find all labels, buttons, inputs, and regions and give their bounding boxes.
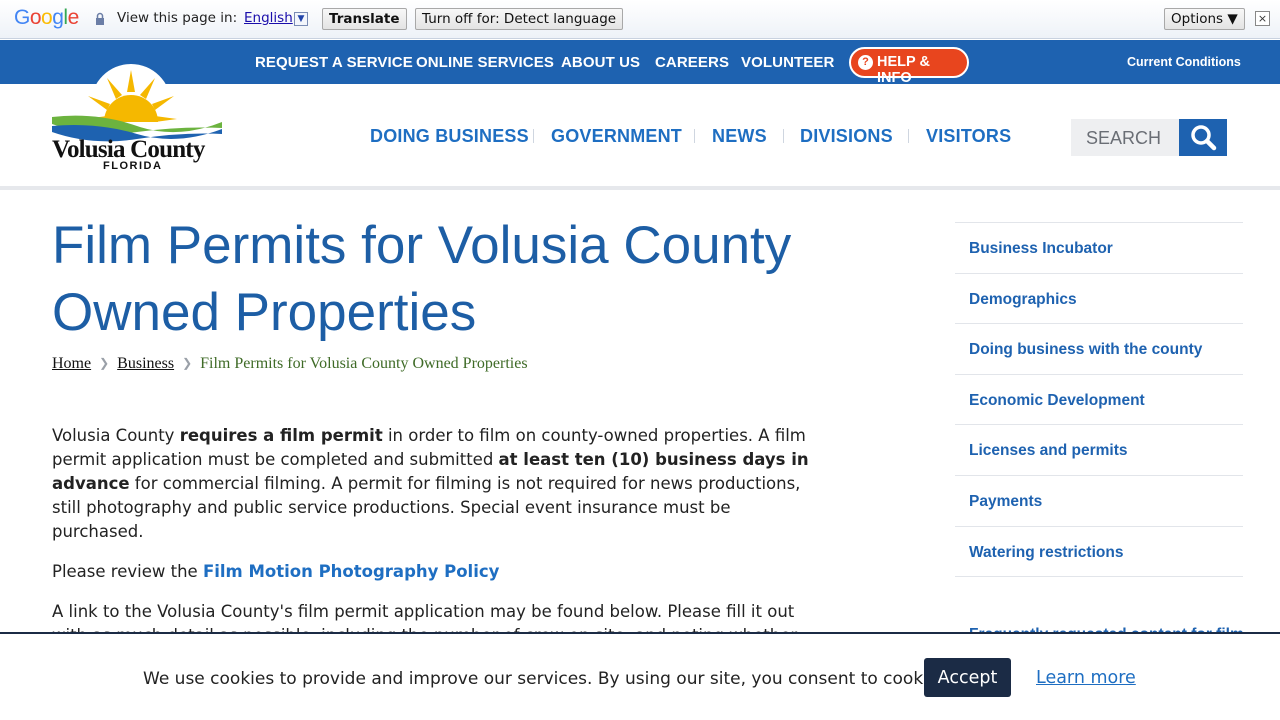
learn-more-link[interactable]: Learn more	[1036, 668, 1136, 688]
policy-paragraph: Please review the Film Motion Photograph…	[52, 560, 827, 584]
language-dropdown-icon[interactable]: ▼	[294, 12, 308, 26]
nav-divisions[interactable]: DIVISIONS	[800, 126, 893, 147]
nav-divider	[783, 129, 784, 143]
language-select[interactable]: English	[244, 10, 293, 26]
nav-request-service[interactable]: REQUEST A SERVICE	[255, 54, 413, 71]
turn-off-translate-button[interactable]: Turn off for: Detect language	[415, 8, 624, 30]
search-placeholder: SEARCH	[1086, 128, 1162, 148]
nav-visitors[interactable]: VISITORS	[926, 126, 1011, 147]
help-info-label: HELP & INFO	[877, 54, 930, 86]
close-icon[interactable]: ×	[1255, 11, 1270, 26]
breadcrumb-business[interactable]: Business	[117, 355, 174, 372]
sidebar-menu: Business Incubator Demographics Doing bu…	[955, 222, 1243, 578]
chevron-right-icon: ❯	[99, 356, 110, 370]
text-span: for commercial filming. A permit for fil…	[52, 474, 801, 541]
search-button[interactable]	[1179, 119, 1227, 156]
cookie-message: We use cookies to provide and improve ou…	[143, 669, 953, 689]
translate-options-button[interactable]: Options ▼	[1164, 8, 1245, 30]
search-input[interactable]: SEARCH	[1071, 119, 1180, 156]
translate-prompt: View this page in:	[117, 10, 238, 26]
logo-state: FLORIDA	[103, 160, 163, 172]
google-translate-bar: Google View this page in: English ▼ Tran…	[0, 0, 1280, 39]
google-logo: Google	[14, 6, 79, 29]
nav-volunteer[interactable]: VOLUNTEER	[741, 54, 834, 71]
nav-about-us[interactable]: ABOUT US	[561, 54, 640, 71]
film-policy-link[interactable]: Film Motion Photography Policy	[203, 562, 499, 581]
nav-news[interactable]: NEWS	[712, 126, 767, 147]
sidebar-item-doing-business[interactable]: Doing business with the county	[955, 324, 1243, 375]
help-info-button[interactable]: ? HELP & INFO	[849, 47, 969, 86]
nav-careers[interactable]: CAREERS	[655, 54, 729, 71]
sidebar-item-economic-development[interactable]: Economic Development	[955, 375, 1243, 426]
sidebar-item-watering-restrictions[interactable]: Watering restrictions	[955, 527, 1243, 578]
search-icon	[1191, 125, 1217, 151]
page-title: Film Permits for Volusia County Owned Pr…	[52, 216, 792, 342]
nav-divider	[694, 129, 695, 143]
sidebar-item-demographics[interactable]: Demographics	[955, 274, 1243, 325]
breadcrumb-current: Film Permits for Volusia County Owned Pr…	[200, 355, 528, 372]
text-span: Please review the	[52, 562, 203, 581]
chevron-right-icon: ❯	[182, 356, 193, 370]
nav-doing-business[interactable]: DOING BUSINESS	[370, 126, 529, 147]
nav-government[interactable]: GOVERNMENT	[551, 126, 682, 147]
accept-cookies-button[interactable]: Accept	[924, 658, 1011, 697]
question-icon: ?	[858, 55, 873, 70]
sidebar-item-payments[interactable]: Payments	[955, 476, 1243, 527]
sidebar-item-business-incubator[interactable]: Business Incubator	[955, 223, 1243, 274]
breadcrumb: Home ❯ Business ❯ Film Permits for Volusia C…	[52, 355, 528, 373]
text-span: Volusia County	[52, 426, 180, 445]
nav-divider	[908, 129, 909, 143]
translate-button[interactable]: Translate	[322, 8, 407, 30]
cookie-consent-bar: We use cookies to provide and improve ou…	[0, 632, 1280, 720]
intro-paragraph: Volusia County requires a film permit in…	[52, 424, 827, 544]
current-conditions-link[interactable]: Current Conditions	[1127, 55, 1241, 69]
nav-online-services[interactable]: ONLINE SERVICES	[416, 54, 554, 71]
emphasis-text: requires a film permit	[179, 426, 383, 445]
lock-icon	[96, 12, 104, 25]
sidebar-item-licenses-permits[interactable]: Licenses and permits	[955, 425, 1243, 476]
breadcrumb-home[interactable]: Home	[52, 355, 91, 372]
nav-divider	[533, 129, 534, 143]
